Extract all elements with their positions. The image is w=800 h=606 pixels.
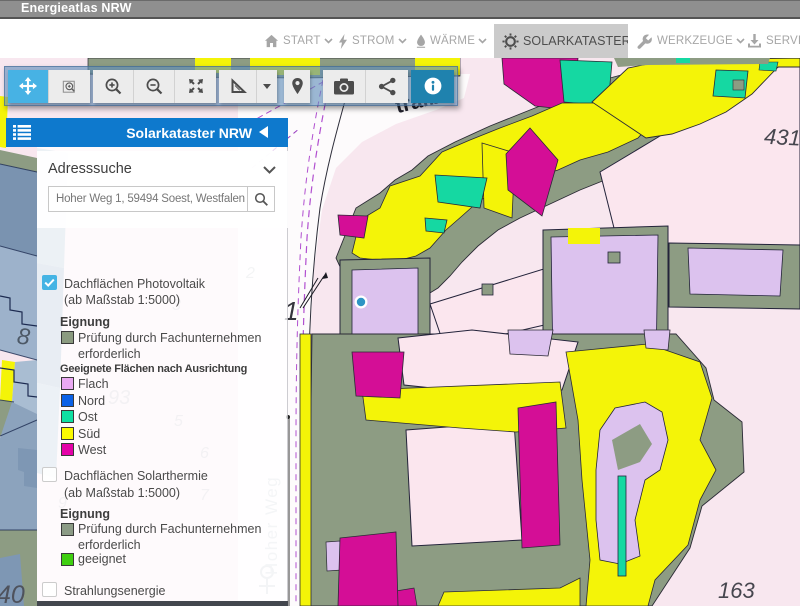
svg-text:163: 163 bbox=[718, 578, 755, 603]
svg-text:431: 431 bbox=[763, 124, 800, 151]
svg-text:40: 40 bbox=[0, 581, 25, 606]
